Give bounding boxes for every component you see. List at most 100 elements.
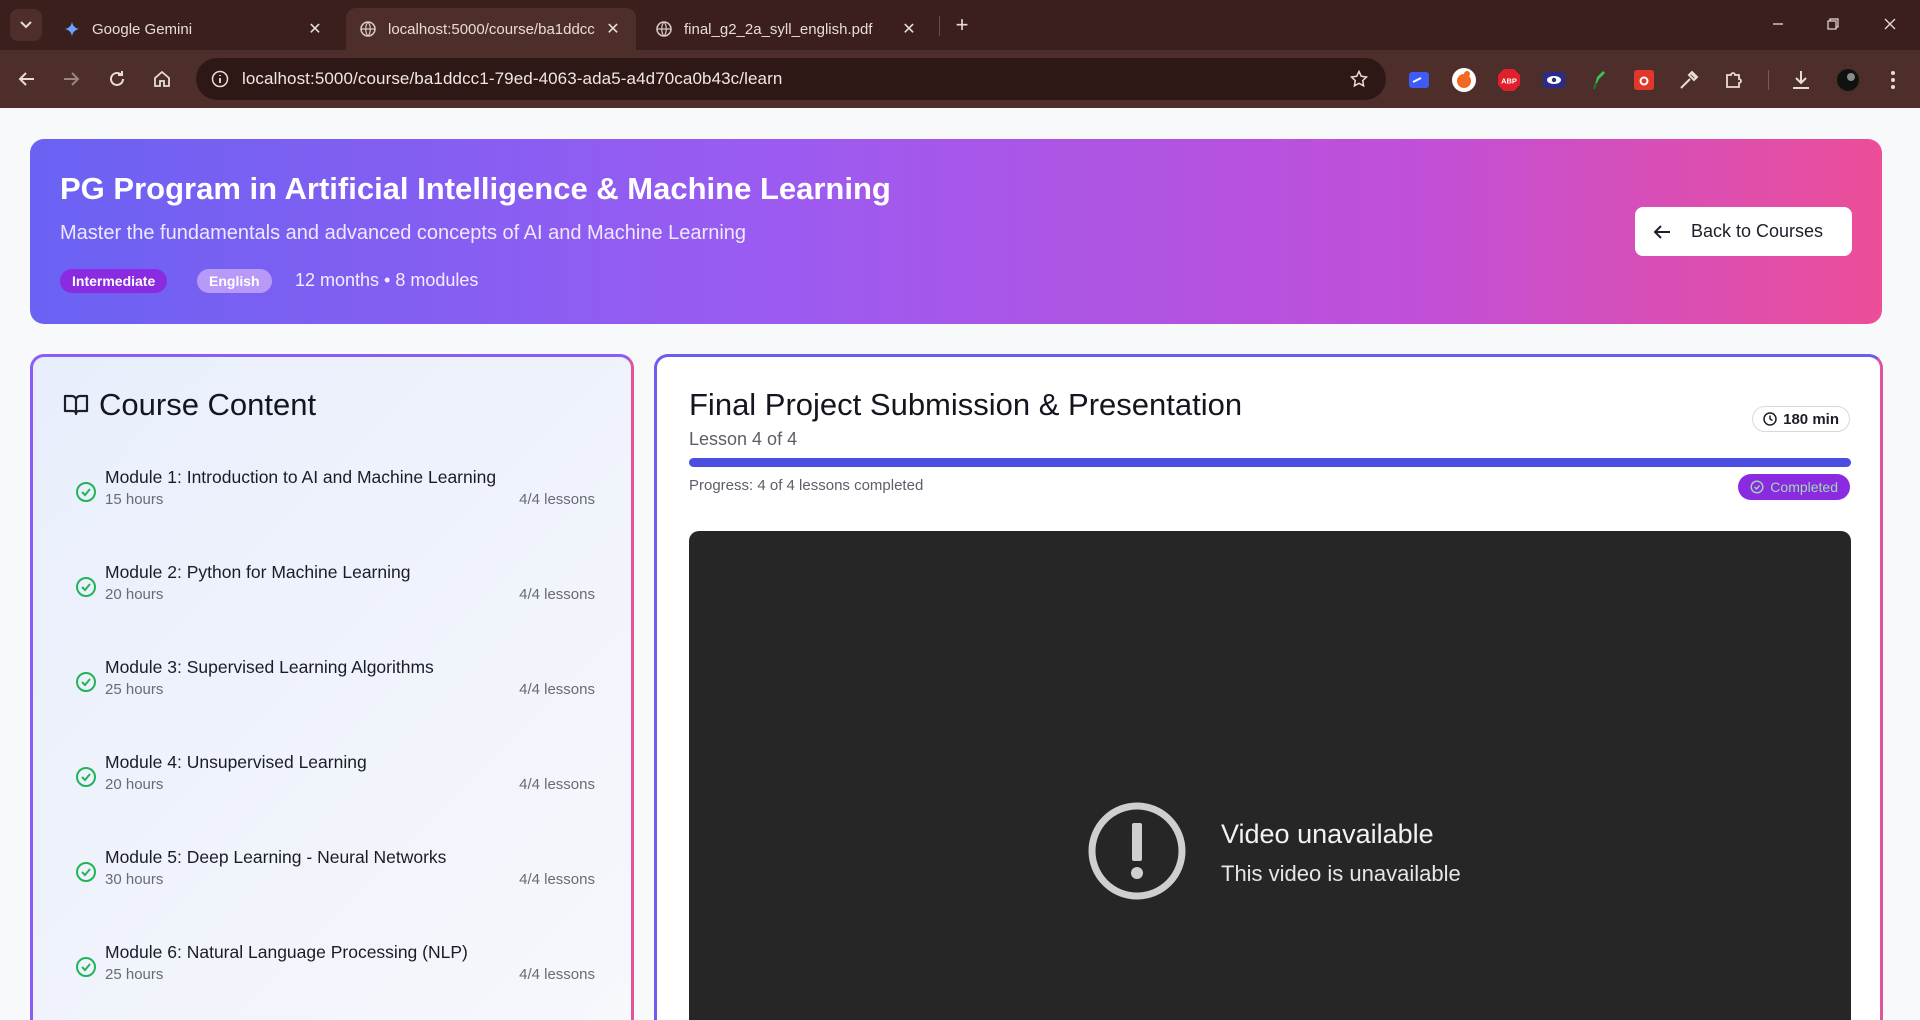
module-title: Module 6: Natural Language Processing (N… xyxy=(105,942,468,962)
course-subtitle: Master the fundamentals and advanced con… xyxy=(60,222,747,244)
tab-localhost-course[interactable]: localhost:5000/course/ba1ddcc ✕ xyxy=(346,8,636,50)
back-button[interactable] xyxy=(12,64,42,94)
module-item-1[interactable]: Module 1: Introduction to AI and Machine… xyxy=(75,467,595,527)
minimize-button[interactable] xyxy=(1764,10,1792,38)
module-hours: 25 hours xyxy=(105,966,164,983)
book-open-icon xyxy=(63,394,89,416)
restore-icon xyxy=(1827,18,1839,30)
download-icon[interactable] xyxy=(1788,67,1814,93)
tab-title: localhost:5000/course/ba1ddcc xyxy=(388,20,595,38)
more-menu-icon[interactable] xyxy=(1880,67,1906,93)
new-tab-button[interactable]: + xyxy=(950,12,974,38)
globe-icon xyxy=(360,21,376,37)
home-button[interactable] xyxy=(147,64,177,94)
course-meta: 12 months • 8 modules xyxy=(295,270,479,290)
module-title: Module 4: Unsupervised Learning xyxy=(105,752,367,772)
back-to-courses-label: Back to Courses xyxy=(1691,221,1824,241)
status-text: Completed xyxy=(1770,479,1838,495)
svg-text:ABP: ABP xyxy=(1501,77,1517,86)
duration-badge: 180 min xyxy=(1752,406,1850,432)
progress-bar xyxy=(689,458,1851,467)
url-text[interactable]: localhost:5000/course/ba1ddcc1-79ed-4063… xyxy=(242,69,782,89)
module-title: Module 2: Python for Machine Learning xyxy=(105,562,411,582)
site-info-icon[interactable] xyxy=(206,65,234,93)
lesson-position: Lesson 4 of 4 xyxy=(689,429,798,449)
progress-fill xyxy=(689,458,1851,467)
tab-search-button[interactable] xyxy=(10,9,42,41)
module-title: Module 3: Supervised Learning Algorithms xyxy=(105,657,434,677)
tab-title: final_g2_2a_syll_english.pdf xyxy=(684,20,873,38)
close-icon[interactable]: ✕ xyxy=(604,19,622,39)
browser-toolbar: localhost:5000/course/ba1ddcc1-79ed-4063… xyxy=(0,50,1920,108)
back-to-courses-button[interactable]: Back to Courses xyxy=(1635,207,1852,256)
screenshot-icon[interactable] xyxy=(1631,67,1657,93)
tab-divider xyxy=(939,16,940,36)
wappalyzer-icon[interactable] xyxy=(1451,67,1477,93)
check-circle-icon xyxy=(76,672,96,692)
module-lessons: 4/4 lessons xyxy=(519,776,595,793)
course-title: PG Program in Artificial Intelligence & … xyxy=(60,171,891,206)
module-lessons: 4/4 lessons xyxy=(519,681,595,698)
gemini-icon xyxy=(64,21,80,37)
extensions-puzzle-icon[interactable] xyxy=(1721,67,1747,93)
course-content-sidebar: Course Content Module 1: Introduction to… xyxy=(30,354,634,1020)
module-hours: 15 hours xyxy=(105,491,164,508)
module-item-5[interactable]: Module 5: Deep Learning - Neural Network… xyxy=(75,847,595,907)
check-circle-icon xyxy=(1750,480,1764,494)
adblock-plus-icon[interactable]: ABP xyxy=(1496,67,1522,93)
module-item-3[interactable]: Module 3: Supervised Learning Algorithms… xyxy=(75,657,595,717)
arrow-left-icon xyxy=(18,72,34,86)
module-title: Module 1: Introduction to AI and Machine… xyxy=(105,467,497,487)
progress-text: Progress: 4 of 4 lessons completed xyxy=(689,477,924,494)
tab-title: Google Gemini xyxy=(92,20,193,38)
sidebar-header: Course Content xyxy=(63,387,316,423)
tab-bar: Google Gemini ✕ localhost:5000/course/ba… xyxy=(0,0,1920,50)
forward-button[interactable] xyxy=(56,64,86,94)
video-player[interactable]: Video unavailable This video is unavaila… xyxy=(689,531,1851,1020)
duration-text: 180 min xyxy=(1783,410,1839,428)
video-error-message: This video is unavailable xyxy=(1221,861,1461,886)
module-lessons: 4/4 lessons xyxy=(519,966,595,983)
close-icon[interactable]: ✕ xyxy=(900,19,918,39)
close-icon xyxy=(1884,18,1896,30)
module-title: Module 5: Deep Learning - Neural Network… xyxy=(105,847,447,867)
profile-avatar[interactable] xyxy=(1835,67,1861,93)
pen-icon[interactable] xyxy=(1586,67,1612,93)
minimize-icon xyxy=(1773,23,1783,25)
module-lessons: 4/4 lessons xyxy=(519,491,595,508)
bitwarden-icon[interactable] xyxy=(1406,67,1432,93)
course-header: PG Program in Artificial Intelligence & … xyxy=(30,139,1882,324)
video-error-title: Video unavailable xyxy=(1221,819,1434,849)
address-bar[interactable]: localhost:5000/course/ba1ddcc1-79ed-4063… xyxy=(196,58,1386,100)
lesson-panel: Final Project Submission & Presentation … xyxy=(654,354,1883,1020)
restore-button[interactable] xyxy=(1819,10,1847,38)
module-hours: 20 hours xyxy=(105,776,164,793)
close-window-button[interactable] xyxy=(1876,10,1904,38)
reload-icon xyxy=(110,71,124,86)
reload-button[interactable] xyxy=(102,64,132,94)
module-item-4[interactable]: Module 4: Unsupervised Learning 20 hours… xyxy=(75,752,595,812)
alert-circle-icon xyxy=(1088,802,1186,900)
globe-icon xyxy=(656,21,672,37)
chevron-down-icon xyxy=(20,21,32,29)
module-hours: 30 hours xyxy=(105,871,164,888)
bookmark-star-icon[interactable] xyxy=(1346,66,1372,92)
level-badge: Intermediate xyxy=(60,269,168,293)
home-icon xyxy=(154,70,170,87)
toolbar-divider xyxy=(1768,70,1769,90)
module-hours: 25 hours xyxy=(105,681,164,698)
color-picker-icon[interactable] xyxy=(1676,67,1702,93)
module-item-2[interactable]: Module 2: Python for Machine Learning 20… xyxy=(75,562,595,622)
sidebar-title: Course Content xyxy=(99,387,317,422)
module-item-6[interactable]: Module 6: Natural Language Processing (N… xyxy=(75,942,595,1002)
arrow-left-icon xyxy=(1653,222,1673,242)
arrow-right-icon xyxy=(64,72,80,86)
tab-google-gemini[interactable]: Google Gemini ✕ xyxy=(50,8,338,50)
module-lessons: 4/4 lessons xyxy=(519,871,595,888)
eye-icon[interactable] xyxy=(1541,67,1567,93)
module-hours: 20 hours xyxy=(105,586,164,603)
tab-pdf[interactable]: final_g2_2a_syll_english.pdf ✕ xyxy=(642,8,932,50)
close-icon[interactable]: ✕ xyxy=(306,19,324,39)
check-circle-icon xyxy=(76,577,96,597)
check-circle-icon xyxy=(76,862,96,882)
